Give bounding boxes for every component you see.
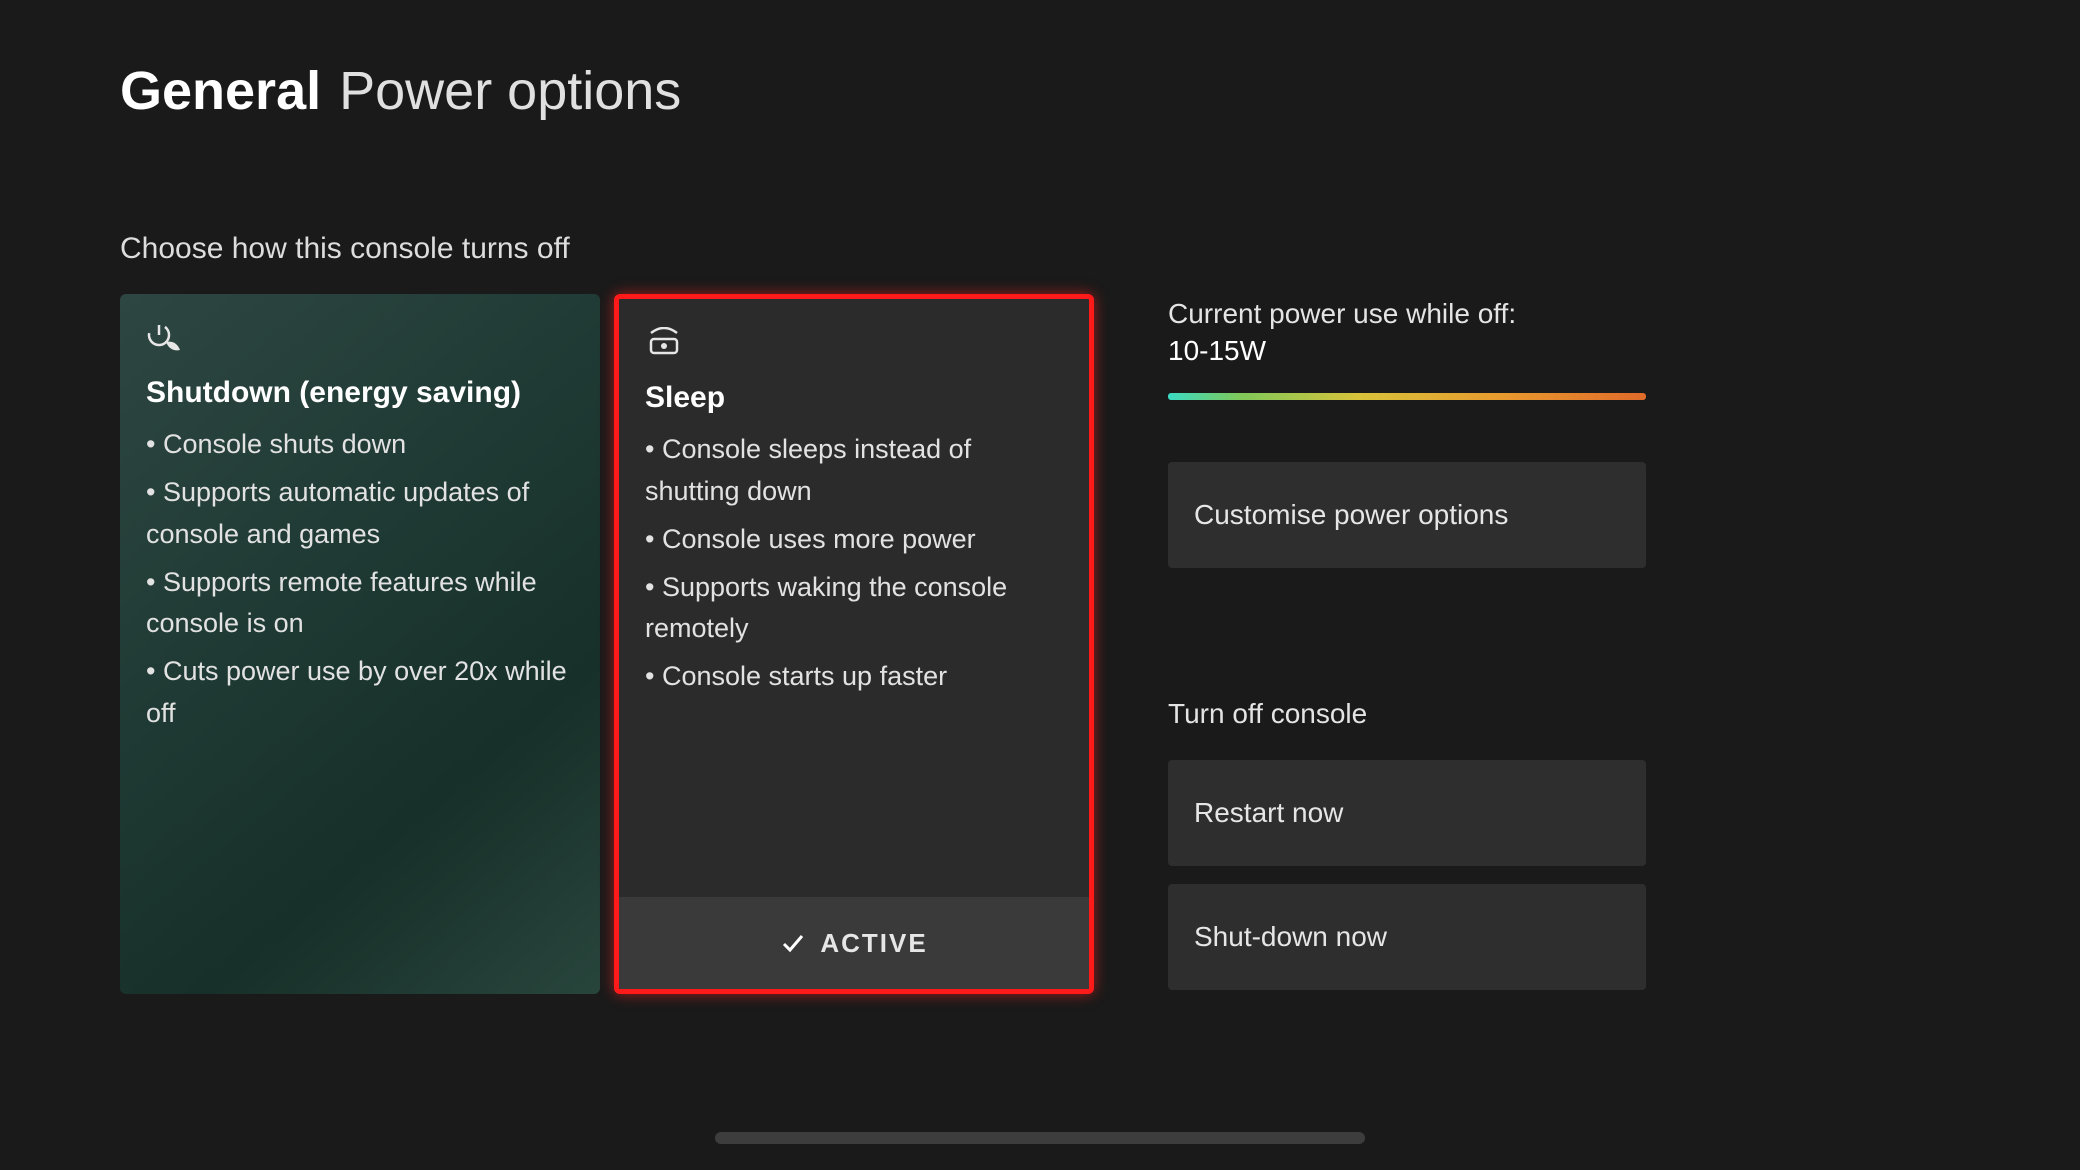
bullet: • Supports automatic updates of console …: [146, 472, 574, 556]
power-leaf-icon: [146, 322, 574, 356]
page-title-row: General Power options: [120, 60, 1960, 122]
card-title: Sleep: [645, 381, 1063, 415]
customise-power-options-button[interactable]: Customise power options: [1168, 462, 1646, 568]
card-title: Shutdown (energy saving): [146, 376, 574, 410]
shut-down-now-button[interactable]: Shut-down now: [1168, 884, 1646, 990]
section-subhead: Choose how this console turns off: [120, 232, 1960, 266]
bullet: • Console uses more power: [645, 519, 1063, 561]
title-page: Power options: [339, 60, 681, 122]
turn-off-section-label: Turn off console: [1168, 698, 1646, 730]
bullet: • Cuts power use by over 20x while off: [146, 651, 574, 735]
button-label: Shut-down now: [1194, 921, 1387, 953]
card-bullets: • Console sleeps instead of shutting dow…: [645, 429, 1063, 704]
active-indicator: ACTIVE: [619, 897, 1089, 989]
button-label: Customise power options: [1194, 499, 1508, 531]
bullet: • Supports waking the console remotely: [645, 567, 1063, 651]
horizontal-scroll-indicator[interactable]: [715, 1132, 1365, 1144]
restart-now-button[interactable]: Restart now: [1168, 760, 1646, 866]
console-sleep-icon: [645, 327, 1063, 361]
power-mode-card-shutdown[interactable]: Shutdown (energy saving) • Console shuts…: [120, 294, 600, 994]
button-label: Restart now: [1194, 797, 1343, 829]
power-use-bar: [1168, 393, 1646, 400]
active-label: ACTIVE: [820, 928, 927, 959]
power-use-value: 10-15W: [1168, 335, 1646, 367]
check-icon: [780, 930, 806, 956]
bullet: • Console shuts down: [146, 424, 574, 466]
power-use-label: Current power use while off:: [1168, 294, 1646, 335]
bullet: • Supports remote features while console…: [146, 562, 574, 646]
card-bullets: • Console shuts down • Supports automati…: [146, 424, 574, 741]
bullet: • Console starts up faster: [645, 656, 1063, 698]
power-mode-card-sleep[interactable]: Sleep • Console sleeps instead of shutti…: [614, 294, 1094, 994]
bullet: • Console sleeps instead of shutting dow…: [645, 429, 1063, 513]
title-category: General: [120, 60, 321, 122]
